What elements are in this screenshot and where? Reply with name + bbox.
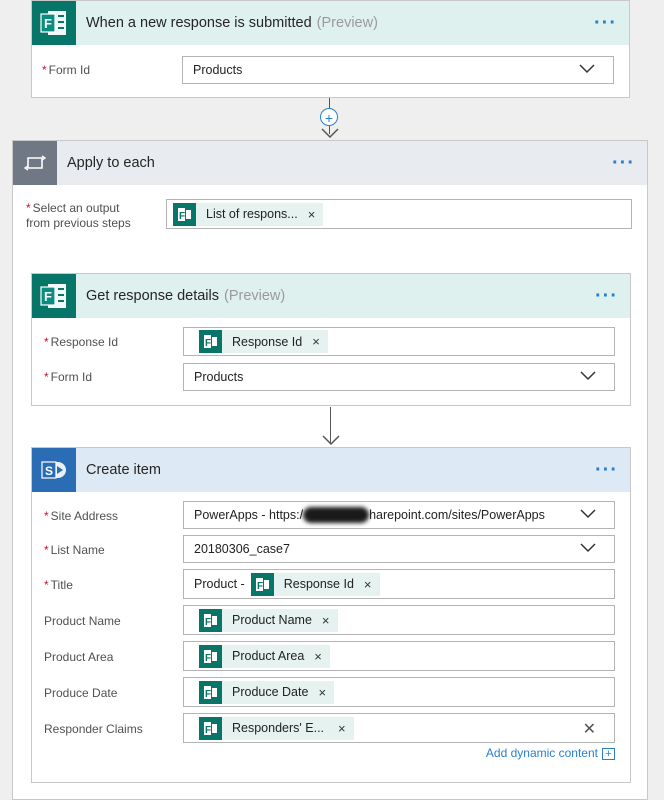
- more-options-icon[interactable]: ···: [612, 153, 635, 173]
- form-id-value: Products: [194, 370, 244, 384]
- create-item-title: Create item: [86, 462, 161, 478]
- forms-icon: F: [199, 680, 222, 704]
- svg-text:F: F: [205, 617, 211, 627]
- more-options-icon[interactable]: ···: [594, 13, 617, 33]
- add-step-button[interactable]: +: [320, 108, 338, 126]
- redacted-text: [303, 507, 370, 523]
- responder-claims-field[interactable]: F Responders' E... × ✕: [183, 713, 615, 743]
- apply-to-each-card: Apply to each ··· * Select an output from…: [12, 140, 648, 800]
- list-name-value: 20180306_case7: [194, 542, 290, 556]
- svg-text:F: F: [44, 289, 52, 304]
- title-field[interactable]: Product - F Response Id ×: [183, 569, 615, 599]
- svg-text:F: F: [205, 653, 211, 663]
- chevron-down-icon: [580, 371, 596, 381]
- token-response-id[interactable]: F Response Id ×: [199, 330, 328, 353]
- forms-icon: F: [199, 608, 222, 632]
- remove-token-icon[interactable]: ×: [364, 577, 372, 592]
- token-product-name[interactable]: F Product Name ×: [199, 608, 338, 632]
- arrow-down-icon: [321, 128, 339, 138]
- product-area-field[interactable]: F Product Area ×: [183, 641, 615, 671]
- trigger-preview-tag: (Preview): [316, 15, 378, 31]
- remove-token-icon[interactable]: ×: [314, 649, 322, 664]
- form-id-value: Products: [193, 63, 243, 77]
- title-label: * Title: [44, 578, 73, 592]
- form-id-label: * Form Id: [44, 370, 93, 384]
- get-response-details-title: Get response details: [86, 288, 219, 304]
- token-produce-date[interactable]: F Produce Date ×: [199, 680, 335, 704]
- token-responders-email[interactable]: F Responders' E... ×: [199, 716, 354, 740]
- forms-icon: F: [173, 202, 196, 226]
- more-options-icon[interactable]: ···: [595, 286, 618, 306]
- remove-token-icon[interactable]: ×: [318, 685, 326, 700]
- remove-token-icon[interactable]: ×: [322, 613, 330, 628]
- arrow-down-icon: [322, 435, 340, 445]
- remove-token-icon[interactable]: ×: [308, 207, 316, 222]
- create-item-header[interactable]: S Create item ···: [32, 448, 630, 492]
- svg-text:F: F: [205, 689, 211, 699]
- get-response-details-preview-tag: (Preview): [224, 288, 286, 304]
- sharepoint-icon: S: [32, 448, 76, 492]
- site-address-prefix: PowerApps - https:/: [194, 508, 304, 522]
- remove-token-icon[interactable]: ×: [312, 334, 320, 349]
- site-address-dropdown[interactable]: PowerApps - https:/ harepoint.com/sites/P…: [183, 501, 615, 529]
- apply-to-each-title: Apply to each: [67, 155, 155, 171]
- produce-date-label: Produce Date: [44, 686, 118, 700]
- product-name-field[interactable]: F Product Name ×: [183, 605, 615, 635]
- list-name-dropdown[interactable]: 20180306_case7: [183, 535, 615, 563]
- chevron-down-icon: [580, 509, 596, 519]
- get-response-details-card: F Get response details (Preview) ··· * Re…: [31, 273, 631, 406]
- trigger-header[interactable]: F When a new response is submitted (Prev…: [32, 1, 629, 45]
- more-options-icon[interactable]: ···: [595, 460, 618, 480]
- add-icon: +: [602, 747, 615, 760]
- svg-text:F: F: [257, 581, 263, 591]
- form-id-dropdown[interactable]: Products: [182, 56, 614, 84]
- chevron-down-icon: [579, 64, 595, 74]
- trigger-title: When a new response is submitted: [86, 15, 312, 31]
- create-item-card: S Create item ··· * Site Address PowerApp…: [31, 447, 631, 783]
- responder-claims-label: Responder Claims: [44, 722, 143, 736]
- forms-icon: F: [250, 572, 274, 596]
- forms-icon: F: [199, 716, 222, 740]
- chevron-down-icon: [580, 543, 596, 553]
- remove-token-icon[interactable]: ×: [338, 721, 346, 736]
- product-area-label: Product Area: [44, 650, 114, 664]
- token-list-of-responses[interactable]: F List of respons... ×: [173, 202, 324, 226]
- token-response-id[interactable]: F Response Id ×: [250, 572, 380, 596]
- svg-text:F: F: [179, 211, 185, 221]
- get-response-details-header[interactable]: F Get response details (Preview) ···: [32, 274, 630, 318]
- loop-icon: [13, 141, 57, 185]
- produce-date-field[interactable]: F Produce Date ×: [183, 677, 615, 707]
- forms-icon: F: [32, 274, 76, 318]
- forms-icon: F: [199, 644, 222, 668]
- apply-to-each-header[interactable]: Apply to each ···: [13, 141, 647, 185]
- select-output-field[interactable]: F List of respons... ×: [166, 199, 632, 229]
- response-id-label: * Response Id: [44, 335, 119, 349]
- svg-text:F: F: [205, 338, 211, 348]
- product-name-label: Product Name: [44, 614, 121, 628]
- title-prefix-text: Product -: [194, 577, 245, 591]
- select-output-label: * Select an output from previous steps: [26, 201, 131, 230]
- trigger-card: F When a new response is submitted (Prev…: [31, 0, 630, 98]
- svg-text:F: F: [44, 16, 52, 31]
- form-id-dropdown[interactable]: Products: [183, 363, 615, 391]
- site-address-suffix: harepoint.com/sites/PowerApps: [369, 508, 545, 522]
- svg-text:S: S: [45, 464, 53, 478]
- form-id-label: * Form Id: [42, 63, 91, 77]
- forms-icon: F: [32, 1, 76, 45]
- site-address-label: * Site Address: [44, 509, 119, 523]
- list-name-label: * List Name: [44, 543, 105, 557]
- forms-icon: F: [199, 330, 222, 353]
- response-id-field[interactable]: F Response Id ×: [183, 327, 615, 356]
- token-product-area[interactable]: F Product Area ×: [199, 644, 330, 668]
- add-dynamic-content-link[interactable]: Add dynamic content +: [486, 746, 615, 760]
- svg-text:F: F: [205, 725, 211, 735]
- clear-field-icon[interactable]: ✕: [583, 719, 596, 739]
